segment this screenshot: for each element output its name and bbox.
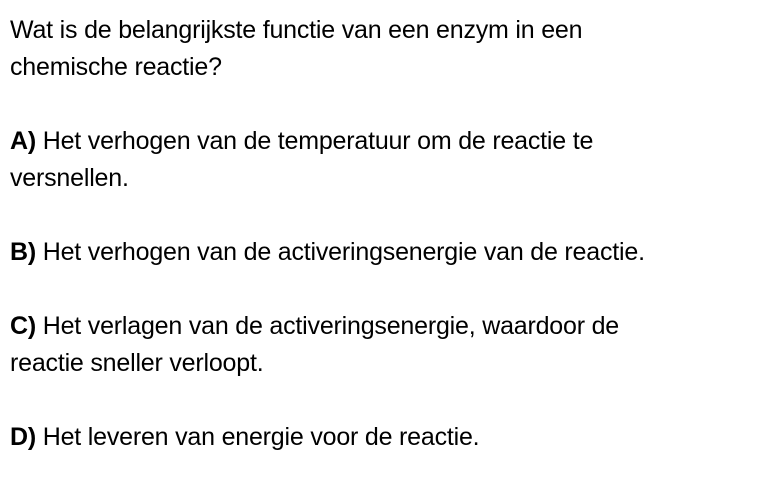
option-c-text: Het verlagen van de activeringsenergie, … xyxy=(35,312,619,340)
option-d-text: Het leveren van energie voor de reactie. xyxy=(35,423,480,451)
option-d: D) Het leveren van energie voor de react… xyxy=(10,419,750,456)
option-c-line-2: reactie sneller verloopt. xyxy=(10,349,264,377)
option-d-line-1: D) Het leveren van energie voor de react… xyxy=(10,419,750,456)
option-b: B) Het verhogen van de activeringsenergi… xyxy=(10,234,750,271)
quiz-page: Wat is de belangrijkste functie van een … xyxy=(10,12,750,456)
option-a-line-1: A) Het verhogen van de temperatuur om de… xyxy=(10,123,750,160)
option-a-line-2: versnellen. xyxy=(10,164,129,192)
option-c-letter: C) xyxy=(10,312,36,340)
question-line-2: chemische reactie? xyxy=(10,53,222,81)
option-b-text: Het verhogen van de activeringsenergie v… xyxy=(35,238,645,266)
option-b-letter: B) xyxy=(10,238,36,266)
question-text: Wat is de belangrijkste functie van een … xyxy=(10,12,750,86)
option-a: A) Het verhogen van de temperatuur om de… xyxy=(10,123,750,197)
option-c: C) Het verlagen van de activeringsenergi… xyxy=(10,308,750,382)
option-d-letter: D) xyxy=(10,423,36,451)
question-line-1: Wat is de belangrijkste functie van een … xyxy=(10,16,583,44)
option-a-letter: A) xyxy=(10,127,36,155)
option-c-line-1: C) Het verlagen van de activeringsenergi… xyxy=(10,308,750,345)
option-a-text: Het verhogen van de temperatuur om de re… xyxy=(35,127,594,155)
option-b-line-1: B) Het verhogen van de activeringsenergi… xyxy=(10,234,750,271)
